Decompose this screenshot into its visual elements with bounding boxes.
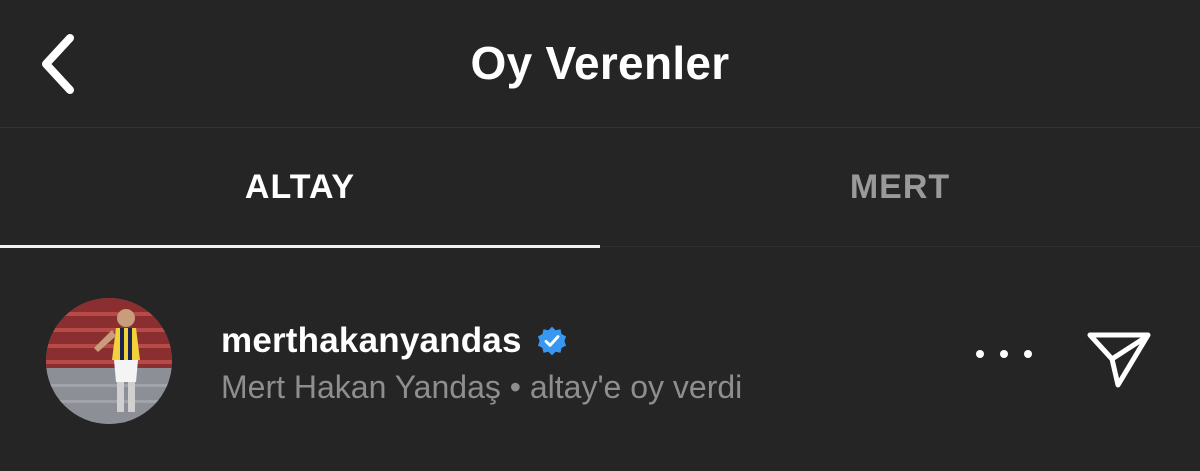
- send-button[interactable]: [1084, 327, 1154, 391]
- tab-mert[interactable]: MERT: [600, 128, 1200, 246]
- username[interactable]: merthakanyandas: [221, 321, 522, 361]
- tab-altay[interactable]: ALTAY: [0, 128, 600, 246]
- profile-photo: [46, 298, 172, 424]
- more-options-button[interactable]: [976, 339, 1032, 369]
- verified-badge-icon: [537, 326, 566, 356]
- paper-plane-icon: [1087, 332, 1151, 388]
- header: Oy Verenler: [0, 0, 1200, 128]
- voter-subtitle: Mert Hakan Yandaş • altay'e oy verdi: [221, 369, 743, 405]
- voters-screen: Oy Verenler ALTAY MERT merthakanyandas M…: [0, 0, 1200, 471]
- page-title: Oy Verenler: [470, 37, 730, 89]
- tab-bar: ALTAY MERT: [0, 128, 1200, 248]
- ellipsis-dot: [1024, 350, 1032, 358]
- ellipsis-dot: [1000, 350, 1008, 358]
- list-item[interactable]: merthakanyandas Mert Hakan Yandaş • alta…: [0, 247, 1200, 471]
- ellipsis-icon: [976, 350, 984, 358]
- username-line: merthakanyandas: [221, 321, 568, 361]
- avatar[interactable]: [46, 298, 172, 424]
